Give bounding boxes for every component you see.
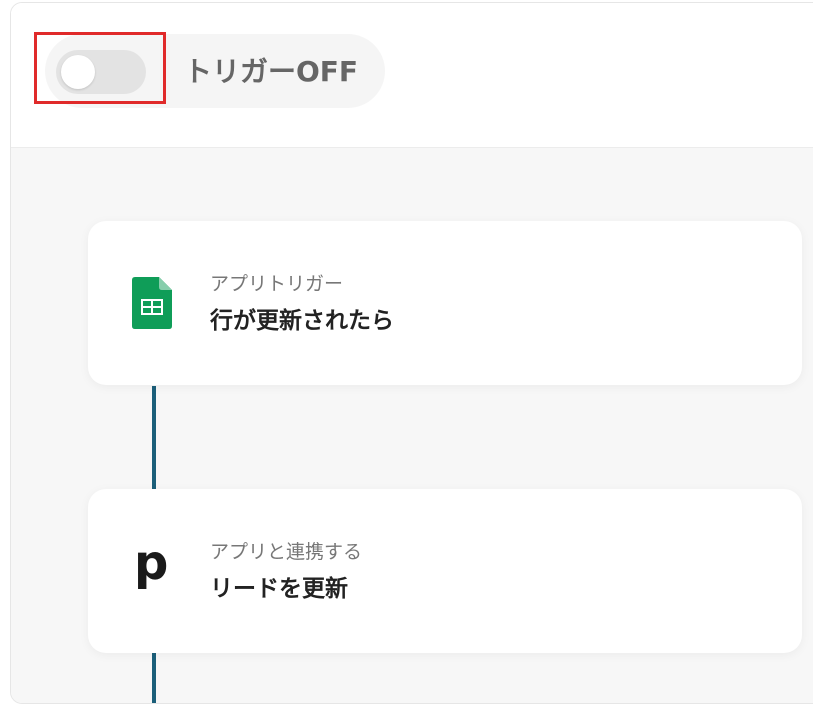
step-type-label: アプリと連携する bbox=[210, 541, 363, 563]
step-title: リードを更新 bbox=[210, 576, 348, 602]
step-title: 行が更新されたら bbox=[210, 308, 394, 334]
trigger-toggle-switch[interactable] bbox=[56, 50, 146, 94]
flow-connector-line bbox=[152, 653, 156, 703]
flow-canvas: アプリトリガー 行が更新されたら p アプリと連携する リードを更新 bbox=[11, 148, 813, 703]
flow-connector-line bbox=[152, 386, 156, 490]
google-sheets-icon bbox=[132, 277, 172, 329]
p-letter-icon: p bbox=[134, 535, 169, 591]
trigger-header: トリガーOFF bbox=[11, 3, 813, 148]
trigger-status-label: トリガーOFF bbox=[184, 55, 359, 88]
step-type-label: アプリトリガー bbox=[210, 273, 344, 295]
toggle-knob bbox=[61, 55, 95, 89]
flow-step-action-card[interactable]: p アプリと連携する リードを更新 bbox=[88, 489, 802, 653]
flow-editor-panel: トリガーOFF アプリトリガー 行が更新されたら p アプリと連携する リードを… bbox=[10, 2, 813, 704]
flow-step-trigger-card[interactable]: アプリトリガー 行が更新されたら bbox=[88, 221, 802, 385]
